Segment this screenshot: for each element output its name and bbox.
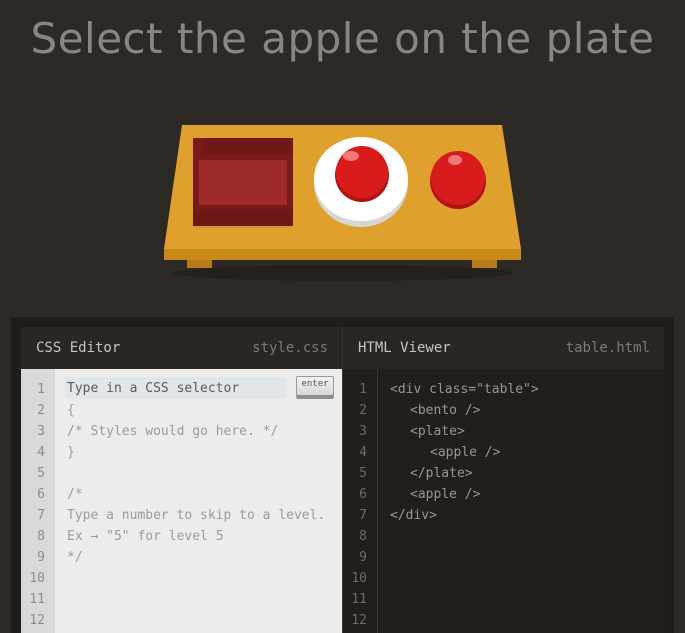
table-scene <box>164 125 521 281</box>
line-number: 6 <box>37 487 45 502</box>
line-number: 10 <box>29 571 45 586</box>
line-number: 11 <box>29 592 45 607</box>
line-number: 8 <box>37 529 45 544</box>
line-number: 5 <box>359 466 367 481</box>
line-number: 12 <box>29 613 45 628</box>
line-number: 9 <box>37 550 45 565</box>
html-line-gutter: 1 2 3 4 5 6 7 8 9 10 11 12 <box>343 369 378 633</box>
line-number: 1 <box>359 382 367 397</box>
line-number: 4 <box>37 445 45 460</box>
editor-panel: CSS Editor style.css HTML Viewer table.h… <box>11 317 674 633</box>
html-line-plate-open[interactable]: <plate> <box>410 424 465 439</box>
enter-button[interactable]: enter <box>296 376 334 399</box>
html-viewer-filename: table.html <box>565 340 650 356</box>
css-line-gutter: 1 2 3 4 5 6 7 8 9 10 11 12 <box>21 369 55 633</box>
table-front <box>164 249 521 260</box>
line-number: 3 <box>359 424 367 439</box>
line-number: 3 <box>37 424 45 439</box>
html-viewer-header: HTML Viewer table.html <box>342 327 664 369</box>
html-line-table-open[interactable]: <div class="table"> <box>390 382 539 397</box>
bento[interactable] <box>193 138 293 228</box>
html-line-table-close[interactable]: </div> <box>390 508 437 523</box>
html-line-apple[interactable]: <apple /> <box>410 487 480 502</box>
code-line: Ex → "5" for level 5 <box>67 529 224 544</box>
code-line: /* <box>67 487 83 502</box>
code-line: */ <box>67 550 83 565</box>
line-number: 10 <box>351 571 367 586</box>
line-number: 7 <box>359 508 367 523</box>
html-line-apple-on-plate[interactable]: <apple /> <box>430 445 500 460</box>
code-line: { <box>67 403 75 418</box>
html-viewer-title: HTML Viewer <box>358 340 451 356</box>
line-number: 6 <box>359 487 367 502</box>
line-number: 5 <box>37 466 45 481</box>
page-title: Select the apple on the plate <box>30 14 655 63</box>
html-line-plate-close[interactable]: </plate> <box>410 466 473 481</box>
html-line-bento[interactable]: <bento /> <box>410 403 480 418</box>
line-number: 11 <box>351 592 367 607</box>
html-viewer-body: 1 2 3 4 5 6 7 8 9 10 11 12 <div class="t… <box>342 369 664 633</box>
css-editor-body: 1 2 3 4 5 6 7 8 9 10 11 12 enter { /* St… <box>21 369 342 633</box>
code-line: Type a number to skip to a level. <box>67 508 326 523</box>
line-number: 9 <box>359 550 367 565</box>
apple[interactable] <box>430 151 486 209</box>
code-line: /* Styles would go here. */ <box>67 424 279 439</box>
css-editor-title: CSS Editor <box>36 340 121 356</box>
code-line: } <box>67 445 75 460</box>
line-number: 7 <box>37 508 45 523</box>
line-number: 12 <box>351 613 367 628</box>
css-selector-input[interactable] <box>65 377 287 399</box>
line-number: 8 <box>359 529 367 544</box>
apple-on-plate[interactable] <box>335 146 389 202</box>
css-editor-header: CSS Editor style.css <box>21 327 342 369</box>
line-number: 4 <box>359 445 367 460</box>
table-shadow <box>172 265 512 281</box>
css-editor-filename: style.css <box>252 340 328 356</box>
line-number: 1 <box>37 382 45 397</box>
line-number: 2 <box>37 403 45 418</box>
line-number: 2 <box>359 403 367 418</box>
